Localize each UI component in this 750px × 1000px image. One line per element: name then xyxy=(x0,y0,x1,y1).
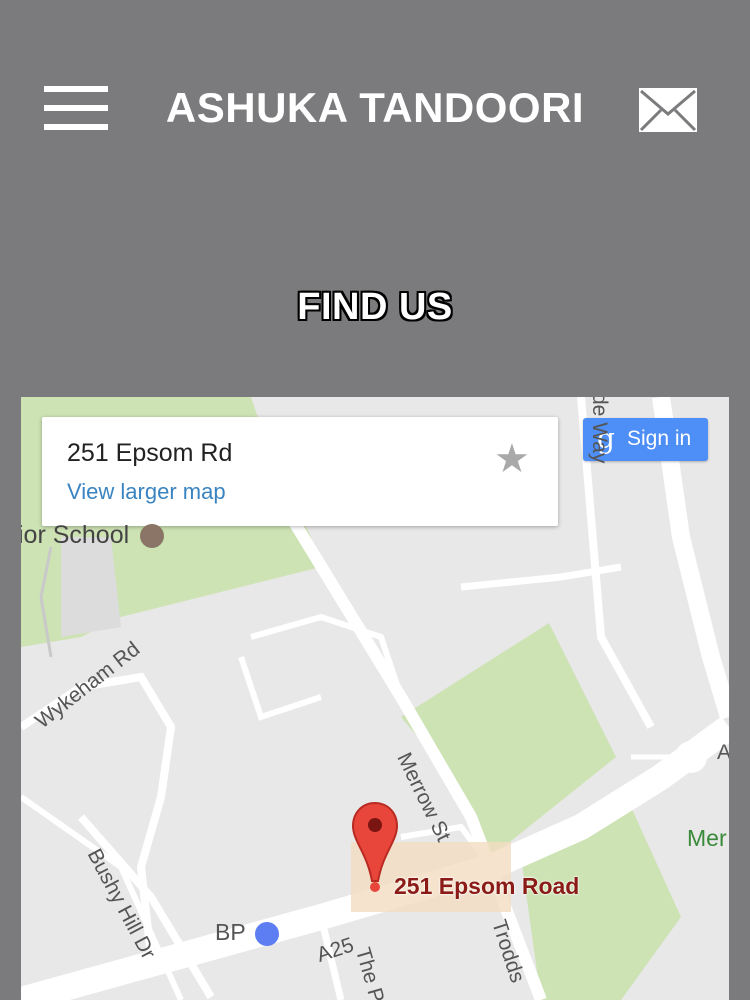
embedded-map[interactable]: 251 Epsom Rd View larger map ★ g Sign in… xyxy=(21,397,729,1000)
envelope-icon[interactable] xyxy=(637,86,699,134)
place-card: 251 Epsom Rd View larger map ★ xyxy=(42,417,558,526)
map-label-a-right: A xyxy=(717,741,729,764)
place-name: 251 Epsom Rd xyxy=(67,439,233,467)
view-larger-map-link[interactable]: View larger map xyxy=(67,479,226,505)
section-title: FIND US xyxy=(297,286,453,328)
bp-label-text: BP xyxy=(215,919,246,945)
sign-in-label: Sign in xyxy=(627,427,692,450)
map-label-mer: Mer xyxy=(687,825,727,851)
map-label-way: de Way xyxy=(588,397,611,464)
menu-bar xyxy=(44,86,108,92)
school-icon xyxy=(140,524,165,549)
map-label-school: ior School xyxy=(21,521,165,550)
app-header: ASHUKA TANDOORI xyxy=(0,0,750,220)
map-pin-icon[interactable] xyxy=(351,801,399,893)
fuel-icon xyxy=(254,921,279,946)
app-title: ASHUKA TANDOORI xyxy=(165,84,585,131)
envelope-glyph xyxy=(639,88,697,132)
hamburger-menu-icon[interactable] xyxy=(44,86,110,132)
pin-label: 251 Epsom Road xyxy=(394,873,580,899)
menu-bar xyxy=(44,105,108,111)
map-label-bp: BP xyxy=(215,919,279,946)
menu-bar xyxy=(44,124,108,130)
school-label-text: ior School xyxy=(21,521,130,549)
star-icon[interactable]: ★ xyxy=(494,439,530,479)
